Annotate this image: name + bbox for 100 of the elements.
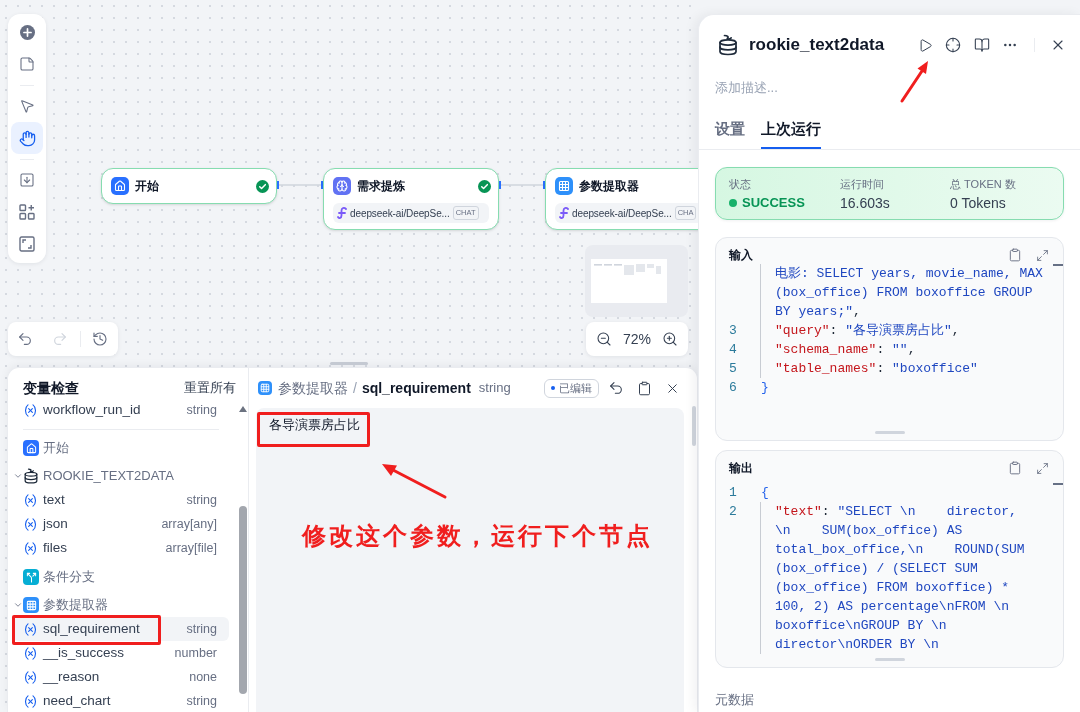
node-name: 参数提取器 — [278, 378, 348, 398]
variable-type: string — [186, 492, 217, 508]
edited-label: 已编辑 — [559, 380, 592, 396]
variable-icon — [23, 402, 38, 418]
variable-type: string — [186, 693, 217, 709]
variable-row[interactable]: json array[any] — [13, 512, 229, 536]
variable-type: none — [189, 669, 217, 685]
panel-title: rookie_text2data — [749, 34, 885, 57]
resize-handle[interactable] — [874, 658, 905, 661]
variable-row[interactable]: text string — [13, 488, 229, 512]
section-title: 元数据 — [715, 691, 755, 709]
path-separator: / — [353, 378, 357, 398]
status-value: SUCCESS — [742, 194, 805, 213]
expand-icon — [1035, 248, 1049, 262]
card-title: 输入 — [729, 248, 753, 262]
expand-button[interactable] — [1035, 248, 1049, 262]
connector-line — [499, 181, 545, 189]
reset-all-button[interactable]: 重置所有 — [184, 378, 236, 398]
code-line: boxoffice\nGROUP BY \n — [760, 616, 947, 635]
variable-name: json — [43, 516, 68, 532]
variable-name: need_chart — [43, 693, 111, 709]
status-dot-icon — [551, 386, 555, 390]
variable-type: array[any] — [161, 516, 217, 532]
code-line: "text": "SELECT \n director, — [760, 502, 1017, 521]
variable-row[interactable]: __is_success number — [13, 641, 229, 665]
variable-name: files — [43, 540, 67, 556]
scroll-up-icon[interactable] — [239, 406, 247, 412]
expand-button[interactable] — [1035, 461, 1049, 475]
variable-type: string — [478, 379, 511, 398]
variable-type: string — [186, 402, 217, 418]
chevron-down-icon[interactable] — [13, 600, 23, 610]
code-line: 100, 2) AS percentage\nFROM \n — [760, 597, 1010, 616]
play-icon — [917, 37, 933, 53]
variable-title: sql_requirement — [361, 378, 471, 398]
house-icon — [23, 440, 39, 456]
clipboard-icon — [1008, 248, 1022, 262]
tab[interactable]: 设置 — [715, 119, 745, 149]
square-arrow-down-icon — [19, 172, 35, 188]
code-line: (box_office) / (SELECT SUM — [760, 559, 978, 578]
code-line: 电影: SELECT years, movie_name, MAX — [760, 264, 1043, 283]
status-label: 状态 — [729, 177, 752, 191]
variable-icon — [23, 516, 38, 532]
status-dot-icon — [729, 199, 737, 207]
resize-handle[interactable] — [874, 431, 905, 434]
undo-icon — [17, 331, 33, 347]
status-value: 16.603s — [840, 194, 891, 212]
hand-tool[interactable] — [11, 122, 43, 154]
group-title: ROOKIE_TEXT2DATA — [43, 467, 174, 486]
code-line: "schema_name": "", — [760, 340, 916, 359]
variable-row[interactable]: __reason none — [13, 665, 229, 689]
tab[interactable]: 上次运行 — [761, 119, 821, 149]
undo-icon — [608, 380, 624, 396]
node-title: 开始 — [135, 178, 159, 195]
variable-icon — [23, 492, 38, 508]
group-title: 开始 — [43, 439, 69, 458]
code-line: BY years;", — [760, 302, 861, 321]
variable-row[interactable]: need_chart string — [13, 689, 229, 712]
code-line: "query": "各导演票房占比", — [760, 321, 960, 340]
expand-icon — [1035, 461, 1049, 475]
chevron-down-icon[interactable] — [13, 471, 23, 481]
resize-handle[interactable] — [330, 362, 368, 365]
line-number: 4 — [729, 340, 737, 359]
scroll-marker — [1053, 264, 1063, 266]
code-line: total_box_office,\n ROUND(SUM — [760, 540, 1025, 559]
annotation-note: 修改这个参数，运行下个节点 — [302, 520, 653, 552]
card-title: 输出 — [729, 461, 753, 475]
status-label: 运行时间 — [840, 177, 885, 191]
variable-name: __reason — [43, 669, 100, 685]
variable-name: text — [43, 492, 65, 508]
book-icon — [974, 37, 990, 53]
hand-icon — [18, 129, 36, 147]
history-icon — [92, 331, 108, 347]
description-field[interactable]: 添加描述... — [715, 77, 1064, 97]
line-number: 5 — [729, 359, 737, 378]
code-line: director\nORDER BY \n — [760, 635, 939, 654]
database-icon — [23, 468, 39, 484]
grid-icon — [555, 177, 573, 195]
split-icon — [23, 569, 39, 585]
variable-row[interactable]: sql_requirement string — [13, 617, 229, 641]
model-name: deepseek-ai/DeepSe... — [350, 206, 450, 221]
add-circle-icon — [19, 24, 35, 40]
zoom-out-icon — [596, 331, 612, 347]
workflow-node[interactable]: 开始 — [101, 168, 277, 204]
variable-row[interactable]: files array[file] — [13, 536, 229, 560]
variable-type: string — [186, 621, 217, 637]
connector-line — [277, 181, 323, 189]
code-line: } — [760, 378, 769, 397]
pointer-icon — [19, 98, 35, 114]
model-name: deepseek-ai/DeepSe... — [572, 206, 672, 221]
scrollbar-thumb[interactable] — [239, 506, 247, 694]
variable-name: sql_requirement — [43, 621, 140, 637]
swirl-icon — [337, 207, 347, 219]
variable-name: workflow_run_id — [43, 402, 141, 418]
scroll-marker — [1053, 483, 1063, 485]
variable-row[interactable]: workflow_run_id string — [13, 398, 229, 422]
group-title: 条件分支 — [43, 568, 95, 587]
code-line: (box_office) FROM boxoffice) * — [760, 578, 1010, 597]
line-number: 3 — [729, 321, 737, 340]
variable-icon — [23, 540, 38, 556]
variable-type: array[file] — [165, 540, 217, 556]
